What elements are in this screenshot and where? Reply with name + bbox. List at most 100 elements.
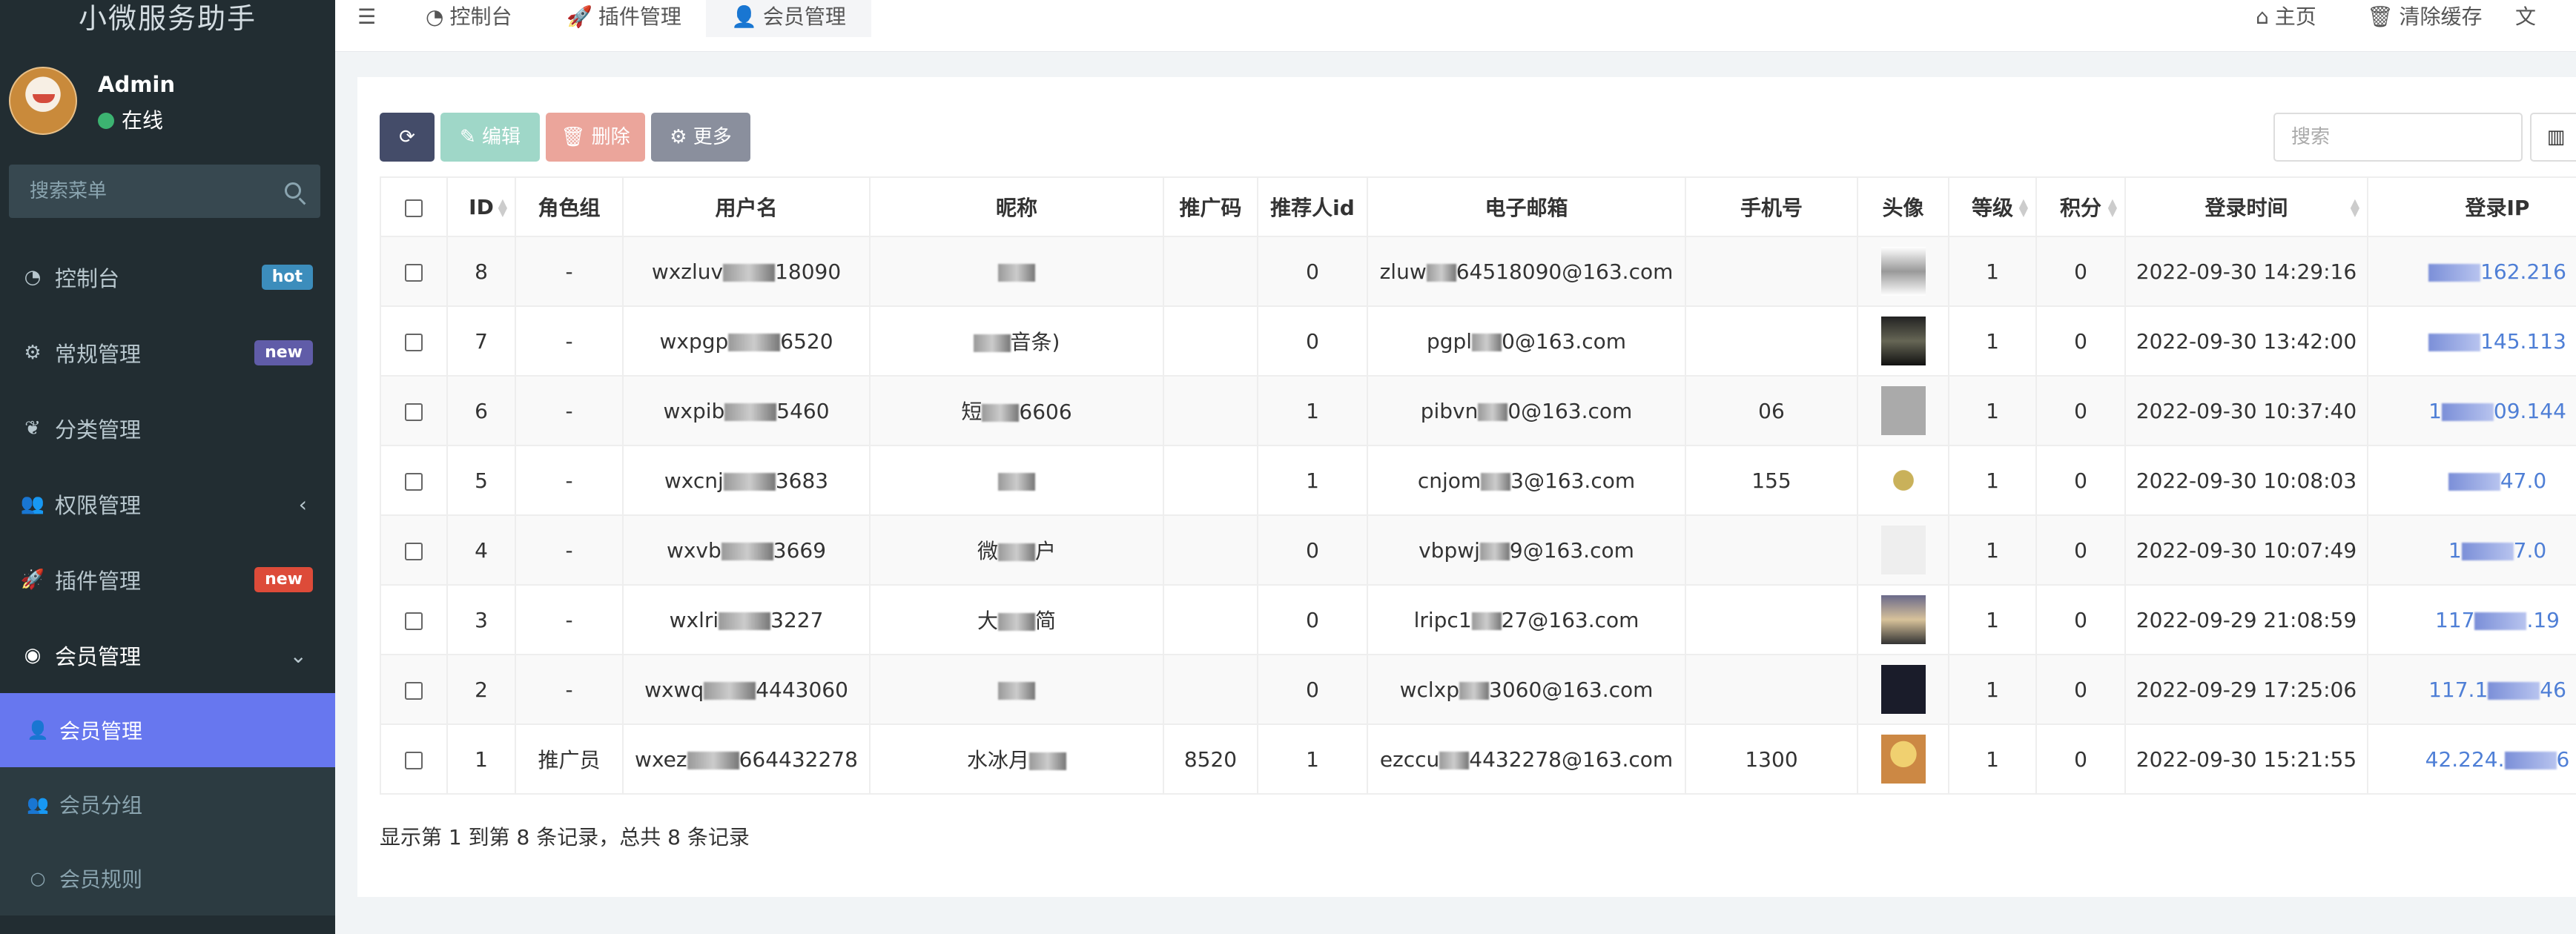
- row-checkbox[interactable]: [405, 403, 423, 421]
- avatar-thumbnail[interactable]: [1880, 247, 1926, 296]
- row-select-cell: [380, 514, 448, 586]
- ip-part: 09.144: [2493, 398, 2566, 423]
- table-row[interactable]: 8- wxzluv 18090 0 zluw 64518090@163.com 1 0 2022…: [380, 236, 2576, 307]
- delete-button[interactable]: 🗑 删除: [546, 113, 645, 162]
- cell-email: wclxp 3060@163.com: [1367, 654, 1686, 725]
- cell-phone: [1685, 236, 1858, 307]
- email-part: vbpwj: [1419, 537, 1480, 563]
- menu-toggle-icon[interactable]: ☰: [357, 0, 387, 37]
- tab-dashboard[interactable]: ◔ 控制台: [426, 0, 512, 37]
- cell-score: 0: [2035, 375, 2126, 446]
- cell-username: wxwq 4443060: [622, 654, 871, 725]
- redacted-block: [704, 681, 756, 700]
- cell-login-ip[interactable]: 47.0: [2367, 445, 2576, 516]
- cell-id: 6: [446, 375, 516, 446]
- cell-login-ip[interactable]: 162.216: [2367, 236, 2576, 307]
- app-title[interactable]: 小微服务助手: [0, 0, 335, 37]
- cell-login-ip[interactable]: 1 7.0: [2367, 514, 2576, 586]
- username-part: wxcnj: [664, 468, 724, 493]
- columns-toggle-button[interactable]: ▥: [2530, 113, 2576, 162]
- row-checkbox[interactable]: [405, 263, 423, 282]
- more-button[interactable]: ⚙ 更多: [651, 113, 750, 162]
- top-navbar: ☰ ◔ 控制台 🚀 插件管理 👤 会员管理 ⌂ 主页 🗑 清除缓存 文: [335, 0, 2576, 52]
- cell-nickname: 水冰月: [869, 723, 1164, 795]
- cell-login-ip[interactable]: 42.224. 6: [2367, 723, 2576, 795]
- row-checkbox[interactable]: [405, 681, 423, 700]
- table-row[interactable]: 2- wxwq 4443060 0 wclxp 3060@163.com 1 0 2022-09…: [380, 654, 2576, 725]
- member-panel: ⟳ ✎ 编辑 🗑 删除 ⚙ 更多 ▥ ID▲▼ 角色组 用户名 昵称 推广码 推…: [357, 77, 2576, 897]
- sidebar-item-addon[interactable]: 🚀 插件管理 new: [0, 542, 335, 617]
- sidebar-item-member[interactable]: ◉ 会员管理 ⌄: [0, 617, 335, 693]
- sidebar-subitem-member-list[interactable]: 👤 会员管理: [0, 693, 335, 767]
- sidebar-item-dashboard[interactable]: ◔ 控制台 hot: [0, 239, 335, 315]
- search-icon[interactable]: [285, 182, 301, 199]
- redacted-block: [973, 334, 1011, 352]
- cell-login-ip[interactable]: 145.113: [2367, 305, 2576, 377]
- table-row[interactable]: 4- wxvb 3669 微户 0 vbpwj 9@163.com 1 0 2022-09-30 …: [380, 514, 2576, 586]
- translate-icon[interactable]: 文: [2515, 0, 2536, 37]
- row-checkbox[interactable]: [405, 472, 423, 491]
- cell-login-ip[interactable]: 117.19: [2367, 584, 2576, 655]
- username-part: 4443060: [756, 677, 848, 702]
- email-part: 64518090@163.com: [1456, 259, 1674, 284]
- tab-member[interactable]: 👤 会员管理: [706, 0, 871, 37]
- email-part: wclxp: [1399, 677, 1459, 702]
- avatar-thumbnail[interactable]: [1880, 526, 1926, 574]
- cell-username: wxez 664432278: [622, 723, 871, 795]
- row-checkbox[interactable]: [405, 333, 423, 351]
- col-referrer-id: 推荐人id: [1257, 176, 1368, 237]
- nickname-part: 6606: [1019, 400, 1072, 424]
- avatar-thumbnail[interactable]: [1880, 386, 1926, 435]
- cell-phone: [1685, 654, 1858, 725]
- clear-cache-link[interactable]: 🗑 清除缓存: [2367, 0, 2483, 37]
- row-checkbox[interactable]: [405, 612, 423, 630]
- table-row[interactable]: 7- wxpgp 6520 音条) 0 pgpl 0@163.com 1 0 2022-09-30…: [380, 305, 2576, 377]
- cell-promo-code: [1163, 584, 1258, 655]
- col-id[interactable]: ID ▲ ▼: [446, 176, 516, 237]
- redacted-block: [1439, 751, 1470, 769]
- sidebar-subitem-member-rule[interactable]: ○ 会员规则: [0, 841, 335, 915]
- col-level[interactable]: 等级 ▲ ▼: [1948, 176, 2037, 237]
- cell-login-ip[interactable]: 1 09.144: [2367, 375, 2576, 446]
- sidebar-item-auth[interactable]: 👥 权限管理 ‹: [0, 466, 335, 542]
- avatar-thumbnail[interactable]: [1880, 735, 1926, 784]
- refresh-button[interactable]: ⟳: [380, 113, 435, 162]
- cell-nickname: 音条): [869, 305, 1164, 377]
- sidebar-subitem-member-group[interactable]: 👥 会员分组: [0, 767, 335, 841]
- tab-addon[interactable]: 🚀 插件管理: [567, 0, 681, 37]
- table-row[interactable]: 6- wxpib 5460 短 6606 1 pibvn 0@163.com 06 1 0 2022-…: [380, 375, 2576, 446]
- redacted-block: [2474, 612, 2527, 630]
- col-login-time[interactable]: 登录时间 ▲ ▼: [2124, 176, 2368, 237]
- select-all-checkbox[interactable]: [405, 199, 423, 217]
- clear-cache-label: 清除缓存: [2399, 4, 2483, 29]
- table-row[interactable]: 5- wxcnj 3683 1 cnjom 3@163.com 155 1 0 2022-09-3…: [380, 445, 2576, 516]
- avatar-thumbnail[interactable]: [1880, 317, 1926, 365]
- redacted-block: [1426, 263, 1456, 282]
- table-row[interactable]: 1 推广员 wxez 664432278 水冰月 8520 1 ezccu 4432278@16…: [380, 723, 2576, 795]
- row-select-cell: [380, 375, 448, 446]
- avatar-thumbnail[interactable]: [1880, 665, 1926, 714]
- email-part: 4432278@163.com: [1469, 746, 1674, 772]
- menu-search-input[interactable]: [9, 165, 320, 218]
- home-link[interactable]: ⌂ 主页: [2256, 0, 2316, 37]
- row-checkbox[interactable]: [405, 542, 423, 560]
- cell-referrer-id: 1: [1257, 445, 1368, 516]
- col-nickname: 昵称: [869, 176, 1164, 237]
- col-score[interactable]: 积分 ▲ ▼: [2035, 176, 2126, 237]
- table-search-input[interactable]: [2273, 113, 2523, 162]
- dashboard-icon: ◔: [426, 4, 444, 29]
- edit-button[interactable]: ✎ 编辑: [440, 113, 540, 162]
- user-panel: Admin 在线: [9, 63, 335, 137]
- sidebar-item-general[interactable]: ⚙ 常规管理 new: [0, 315, 335, 391]
- row-checkbox[interactable]: [405, 751, 423, 769]
- avatar-thumbnail[interactable]: [1880, 595, 1926, 644]
- cell-login-ip[interactable]: 117.1 46: [2367, 654, 2576, 725]
- email-part: pgpl: [1426, 328, 1473, 354]
- avatar-thumbnail[interactable]: [1880, 456, 1926, 505]
- table-row[interactable]: 3- wxlri 3227 大简 0 lripc1 27@163.com 1 0 2022-09-…: [380, 584, 2576, 655]
- nickname-part: 简: [1035, 609, 1057, 633]
- cell-level: 1: [1948, 375, 2037, 446]
- sidebar-item-category[interactable]: ❦ 分类管理: [0, 391, 335, 466]
- ip-part: 46: [2540, 677, 2566, 702]
- cell-login-time: 2022-09-30 10:08:03: [2124, 445, 2368, 516]
